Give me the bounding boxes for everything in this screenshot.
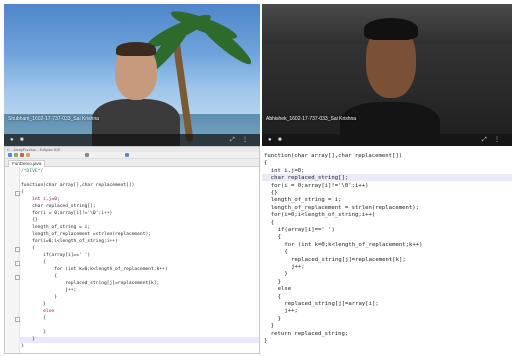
code-line: { [21,274,57,279]
search-icon[interactable] [85,153,89,157]
code-line: length_of_string = i; [21,225,91,230]
expand-icon[interactable]: ⤢ [482,137,488,143]
code-line: for(i=0;i<length_of_string;i++) [270,212,376,219]
build-icon[interactable] [26,153,30,157]
shared-code-panel: function(char array[],char replacement[]… [262,146,512,354]
fold-toggle-icon[interactable]: − [15,274,20,280]
code-line: { [277,293,281,300]
camera-icon[interactable]: ■ [278,137,284,143]
code-line: {} [21,218,38,223]
code-line: {} [270,190,278,196]
code-line: } [21,337,35,342]
video-tile-participant-2[interactable]: Abhishek_1602-17-737-033_Sai Krishna ● ■… [262,4,512,146]
perspective-icon[interactable] [125,153,129,157]
code-line: if(array[i]==' ') [21,253,91,258]
code-line: j++; [284,308,298,315]
code-line: if(array[i]==' ') [277,227,335,233]
code-line: { [21,260,46,265]
code-line: replaced_string[j]=replacement[k]; [21,281,160,286]
fold-toggle-icon[interactable]: − [15,246,20,252]
code-line: { [270,219,275,226]
code-line: for (int k=0;k<length_of_replacement;k++… [21,267,168,272]
ide-tab-bar: FunDemo.java [5,159,259,167]
expand-icon[interactable]: ⤢ [230,137,236,143]
debug-icon[interactable] [20,153,24,157]
mic-icon[interactable]: ● [10,137,16,143]
run-icon[interactable] [14,153,18,157]
code-editor-area[interactable]: /*DIVE*/ function(char array[],char repla… [21,169,257,353]
more-options-icon[interactable]: ⋮ [494,137,500,143]
code-line: char replaced_string[]; [21,204,96,209]
line-number-gutter: − − − − − [5,167,20,353]
video-tile-participant-1[interactable]: Shubham_1602-17-737-033_Sai Krishna ● ■ … [4,4,260,146]
code-line: return replaced_string; [270,330,349,337]
ide-editor-window: C - ArrayFun/src - Eclipse IDE FunDemo.j… [4,146,260,354]
code-line: /*DIVE*/ [21,169,44,174]
code-line: length_of_string = i; [270,197,342,204]
code-line: } [21,344,24,349]
code-line: } [270,323,275,330]
code-line: int i,j=0; [270,167,305,174]
code-line: } [264,338,268,344]
participant-2-name: Abhishek_1602-17-737-033_Sai Krishna [266,116,357,122]
code-line: } [21,330,46,335]
ide-toolbar [5,152,259,159]
mic-icon[interactable]: ● [268,137,274,143]
code-line: else [21,309,55,314]
participant-1-hair [116,42,156,56]
code-line: for (int k=0;k<length_of_replacement;k++… [284,241,423,248]
code-line: j++; [21,288,77,293]
video-controls-bar: ● ■ ⤢ ⋮ [4,134,260,146]
code-line: } [277,315,281,322]
code-line: function(char array[],char replacement[]… [264,153,403,159]
code-line: replaced_string[j]=array[i]; [284,301,379,307]
code-line: j++; [291,264,305,270]
code-line: { [277,234,281,241]
participant-2-hair [364,18,418,40]
code-line: for(i = 0;array[i]!='\0';i++) [21,211,113,216]
code-line: int i,j=0; [21,197,60,202]
code-line: for(i = 0;array[i]!='\0';i++) [270,182,369,189]
code-line: { [21,190,24,195]
more-options-icon[interactable]: ⋮ [242,137,248,143]
code-line: } [284,271,288,278]
fold-toggle-icon[interactable]: − [15,190,20,196]
camera-icon[interactable]: ■ [20,137,26,143]
code-line: else [277,286,292,293]
fold-toggle-icon[interactable]: − [15,316,20,322]
code-line: function(char array[],char replacement[]… [21,183,135,188]
palm-leaf [192,13,256,69]
code-line: for(i=0;i<length_of_string;i++) [21,239,118,244]
code-line: char replaced_string[]; [270,175,349,182]
code-line: length_of_replacement = strlen(replaceme… [270,204,419,211]
code-line: } [21,295,57,300]
participant-1-name: Shubham_1602-17-737-033_Sai Krishna [8,116,99,122]
new-file-icon[interactable] [8,153,12,157]
code-line: { [264,160,268,167]
code-line: { [21,316,46,321]
code-line: { [284,249,288,256]
tab-fundemo[interactable]: FunDemo.java [8,160,46,167]
code-line: length_of_replacement =strlen(replacemen… [21,232,151,237]
fold-toggle-icon[interactable]: − [15,260,20,266]
video-controls-bar: ● ■ ⤢ ⋮ [262,134,512,146]
code-line: { [21,246,35,251]
code-line: } [277,278,281,285]
code-line: replaced_string[j]=replacement[k]; [291,256,406,263]
code-line: } [21,302,46,307]
